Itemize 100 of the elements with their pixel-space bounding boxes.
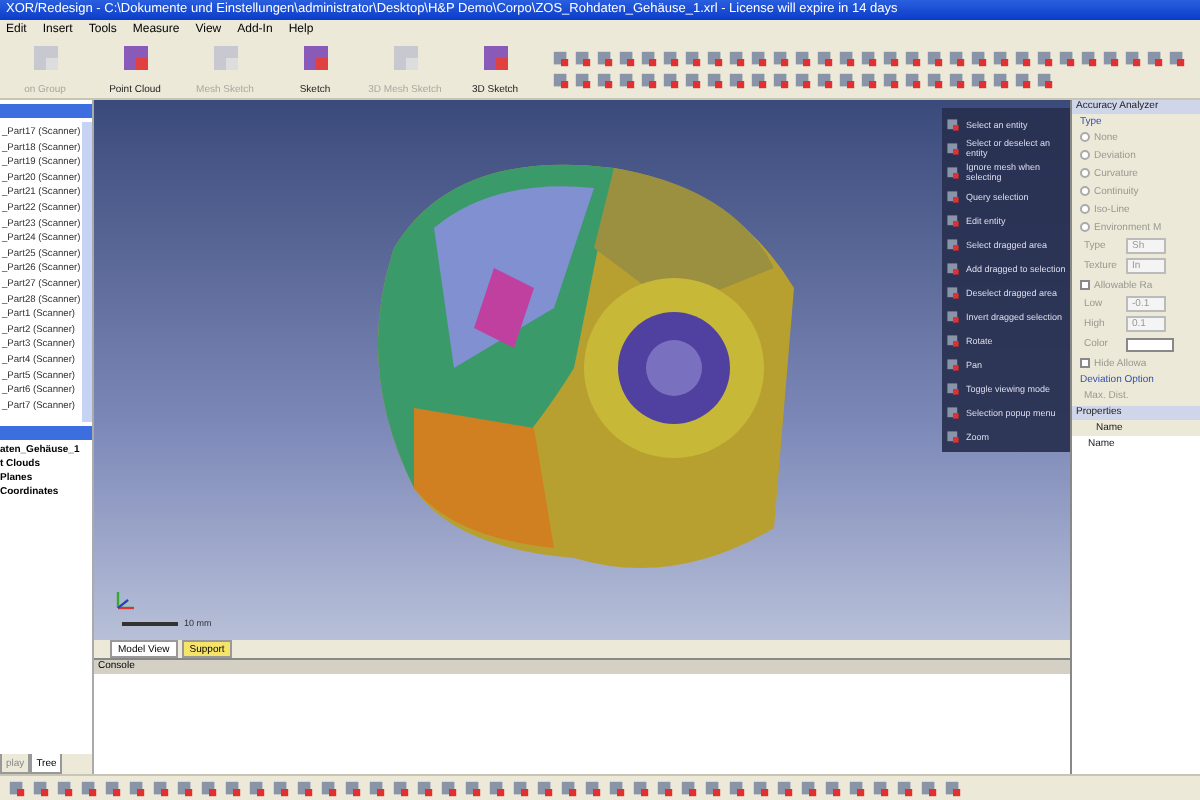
- tool-icon[interactable]: [970, 49, 988, 67]
- tool-icon[interactable]: [824, 779, 842, 797]
- tool-icon[interactable]: [1036, 49, 1054, 67]
- tool-icon[interactable]: [872, 779, 890, 797]
- tool-icon[interactable]: [992, 49, 1010, 67]
- tool-icon[interactable]: [574, 71, 592, 89]
- tool-icon[interactable]: [608, 779, 626, 797]
- tool-icon[interactable]: [750, 71, 768, 89]
- tool-icon[interactable]: [56, 779, 74, 797]
- tool-icon[interactable]: [618, 71, 636, 89]
- tool-icon[interactable]: [416, 779, 434, 797]
- tool-icon[interactable]: [794, 49, 812, 67]
- tool-icon[interactable]: [1124, 49, 1142, 67]
- tool-icon[interactable]: [838, 71, 856, 89]
- tool-icon[interactable]: [640, 71, 658, 89]
- tool-icon[interactable]: [926, 71, 944, 89]
- tool-icon[interactable]: [1036, 71, 1054, 89]
- tool-icon[interactable]: [860, 49, 878, 67]
- tool-icon[interactable]: [1080, 49, 1098, 67]
- tool-icon[interactable]: [896, 779, 914, 797]
- tool-icon[interactable]: [904, 49, 922, 67]
- tool-icon[interactable]: [536, 779, 554, 797]
- tool-icon[interactable]: [816, 71, 834, 89]
- tool-icon[interactable]: [272, 779, 290, 797]
- tool-icon[interactable]: [224, 779, 242, 797]
- tool-icon[interactable]: [152, 779, 170, 797]
- tool-icon[interactable]: [948, 49, 966, 67]
- tool-icon[interactable]: [248, 779, 266, 797]
- tool-icon[interactable]: [574, 49, 592, 67]
- tool-icon[interactable]: [464, 779, 482, 797]
- tool-icon[interactable]: [800, 779, 818, 797]
- tool-icon[interactable]: [684, 71, 702, 89]
- tool-icon[interactable]: [552, 49, 570, 67]
- tool-icon[interactable]: [512, 779, 530, 797]
- radio-button[interactable]: [1080, 222, 1090, 232]
- tool-icon[interactable]: [596, 71, 614, 89]
- tool-icon[interactable]: [848, 779, 866, 797]
- tool-icon[interactable]: [816, 49, 834, 67]
- tool-icon[interactable]: [584, 779, 602, 797]
- tool-icon[interactable]: [728, 779, 746, 797]
- tool-icon[interactable]: [882, 49, 900, 67]
- tool-icon[interactable]: [80, 779, 98, 797]
- tool-icon[interactable]: [1102, 49, 1120, 67]
- tool-icon[interactable]: [904, 71, 922, 89]
- tool-icon[interactable]: [1168, 49, 1186, 67]
- tool-icon[interactable]: [838, 49, 856, 67]
- tool-icon[interactable]: [926, 49, 944, 67]
- radio-button[interactable]: [1080, 132, 1090, 142]
- tool-icon[interactable]: [706, 71, 724, 89]
- tool-icon[interactable]: [440, 779, 458, 797]
- tool-icon[interactable]: [1146, 49, 1164, 67]
- tool-icon[interactable]: [860, 71, 878, 89]
- tool-icon[interactable]: [882, 71, 900, 89]
- tool-icon[interactable]: [920, 779, 938, 797]
- tool-icon[interactable]: [728, 71, 746, 89]
- tool-icon[interactable]: [1058, 49, 1076, 67]
- tool-icon[interactable]: [992, 71, 1010, 89]
- tool-icon[interactable]: [368, 779, 386, 797]
- tool-icon[interactable]: [1014, 49, 1032, 67]
- tool-icon[interactable]: [200, 779, 218, 797]
- tool-icon[interactable]: [344, 779, 362, 797]
- checkbox[interactable]: [1080, 358, 1090, 368]
- tool-icon[interactable]: [662, 71, 680, 89]
- radio-button[interactable]: [1080, 168, 1090, 178]
- color-swatch[interactable]: [1126, 337, 1174, 351]
- tool-icon[interactable]: [596, 49, 614, 67]
- tool-icon[interactable]: [552, 71, 570, 89]
- radio-button[interactable]: [1080, 204, 1090, 214]
- tool-icon[interactable]: [750, 49, 768, 67]
- tool-icon[interactable]: [728, 49, 746, 67]
- tool-icon[interactable]: [776, 779, 794, 797]
- tool-icon[interactable]: [970, 71, 988, 89]
- tool-icon[interactable]: [296, 779, 314, 797]
- tool-icon[interactable]: [32, 779, 50, 797]
- tool-icon[interactable]: [8, 779, 26, 797]
- radio-button[interactable]: [1080, 186, 1090, 196]
- tool-icon[interactable]: [656, 779, 674, 797]
- checkbox[interactable]: [1080, 280, 1090, 290]
- tool-icon[interactable]: [488, 779, 506, 797]
- viewport[interactable]: [94, 100, 1070, 640]
- radio-button[interactable]: [1080, 150, 1090, 160]
- tool-icon[interactable]: [1014, 71, 1032, 89]
- tool-icon[interactable]: [704, 779, 722, 797]
- tool-icon[interactable]: [706, 49, 724, 67]
- tool-icon[interactable]: [944, 779, 962, 797]
- tool-icon[interactable]: [104, 779, 122, 797]
- tool-icon[interactable]: [680, 779, 698, 797]
- tool-icon[interactable]: [128, 779, 146, 797]
- tool-icon[interactable]: [640, 49, 658, 67]
- tool-icon[interactable]: [772, 71, 790, 89]
- tool-icon[interactable]: [176, 779, 194, 797]
- tool-icon[interactable]: [772, 49, 790, 67]
- tool-icon[interactable]: [752, 779, 770, 797]
- tool-icon[interactable]: [632, 779, 650, 797]
- tool-icon[interactable]: [794, 71, 812, 89]
- tool-icon[interactable]: [948, 71, 966, 89]
- tool-icon[interactable]: [560, 779, 578, 797]
- tool-icon[interactable]: [662, 49, 680, 67]
- tool-icon[interactable]: [684, 49, 702, 67]
- tool-icon[interactable]: [618, 49, 636, 67]
